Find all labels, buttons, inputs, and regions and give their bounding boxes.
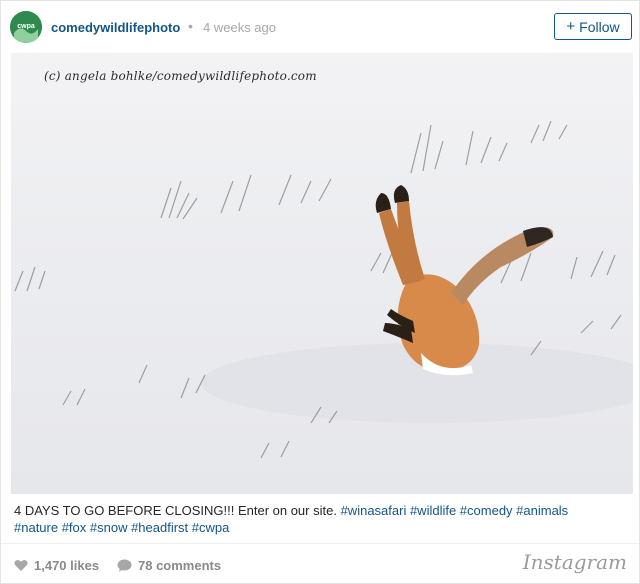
follow-button[interactable]: + Follow (554, 13, 632, 40)
heart-icon (14, 560, 28, 571)
likes-label: 1,470 likes (34, 558, 100, 573)
comments-count[interactable]: 78 comments (117, 558, 221, 573)
comment-bubble-icon (117, 559, 132, 572)
post-card: cwpa comedywildlifephoto • 4 weeks ago +… (0, 0, 640, 584)
post-photo[interactable]: (c) angela bohlke/comedywildlifephoto.co… (11, 53, 633, 494)
separator-dot: • (188, 18, 193, 34)
hashtags-line-2[interactable]: #nature #fox #snow #headfirst #cwpa (14, 520, 229, 535)
post-footer: 1,470 likes 78 comments Instagram (1, 543, 639, 584)
comments-label: 78 comments (138, 558, 222, 573)
instagram-logo[interactable]: Instagram (523, 550, 627, 574)
plus-icon: + (566, 18, 576, 35)
post-caption: 4 DAYS TO GO BEFORE CLOSING!!! Enter on … (14, 502, 624, 536)
post-header: cwpa comedywildlifephoto • 4 weeks ago +… (1, 1, 639, 53)
hashtags-line-1[interactable]: #winasafari #wildlife #comedy #animals (341, 503, 569, 518)
post-timestamp[interactable]: 4 weeks ago (203, 20, 276, 35)
follow-label: Follow (579, 18, 620, 35)
caption-text: 4 DAYS TO GO BEFORE CLOSING!!! Enter on … (14, 503, 337, 518)
svg-text:cwpa: cwpa (17, 23, 35, 30)
username-link[interactable]: comedywildlifephoto (51, 20, 180, 35)
avatar[interactable]: cwpa (10, 11, 42, 43)
avatar-logo-icon: cwpa (10, 11, 42, 43)
likes-count[interactable]: 1,470 likes (14, 558, 99, 573)
fox-in-snow-image (14, 120, 633, 459)
photo-watermark: (c) angela bohlke/comedywildlifephoto.co… (44, 69, 317, 83)
